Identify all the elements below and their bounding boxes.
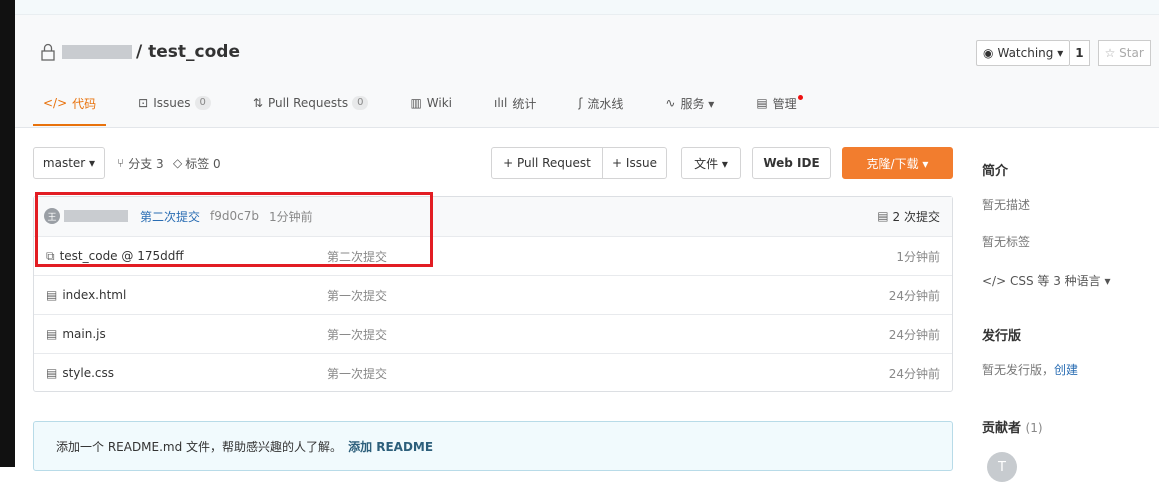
readme-banner: 添加一个 README.md 文件，帮助感兴趣的人了解。 添加 README <box>33 421 953 471</box>
manage-icon: ▤ <box>756 96 768 110</box>
tab-code[interactable]: </> 代码 <box>33 82 107 126</box>
tab-services[interactable]: ∿ 服务 ▾ <box>655 82 724 124</box>
add-readme-link[interactable]: 添加 README <box>348 438 433 455</box>
notification-dot <box>797 94 803 100</box>
commit-hash[interactable]: f9d0c7b <box>210 209 259 223</box>
table-row: ⧉ test_code @ 175ddff 第二次提交 1分钟前 <box>34 236 952 275</box>
owner-name-redacted[interactable] <box>62 45 132 59</box>
repo-name[interactable]: / test_code <box>136 42 240 62</box>
commit-message[interactable]: 第二次提交 <box>140 208 200 225</box>
contributors-heading: 贡献者 (1) <box>982 421 1043 436</box>
eye-icon: ◉ <box>983 46 994 60</box>
readme-hint: 添加一个 README.md 文件，帮助感兴趣的人了解。 <box>56 439 343 454</box>
table-row: ▤ index.html 第一次提交 24分钟前 <box>34 275 952 314</box>
pipeline-icon: ʃ <box>578 96 583 110</box>
new-pull-request-button[interactable]: + Pull Request <box>491 147 603 179</box>
repo-toolbar: master ▾ ⑂ 分支 3 ◇ 标签 0 + Pull Request + … <box>33 147 953 181</box>
repo-tabs: </> 代码 ⊡ Issues 0 ⇅ Pull Requests 0 ▥ Wi… <box>33 82 1159 127</box>
tags-text: 暂无标签 <box>982 235 1031 249</box>
branch-icon: ⑂ <box>117 156 125 170</box>
contributor-avatar[interactable]: T <box>987 452 1017 482</box>
commit-time: 1分钟前 <box>268 209 313 224</box>
left-edge-bar <box>0 0 15 467</box>
languages-dropdown[interactable]: </> CSS 等 3 种语言 ▾ <box>982 272 1111 289</box>
wiki-icon: ▥ <box>410 96 422 110</box>
tab-stats[interactable]: ılıl 统计 <box>484 82 546 124</box>
file-commit-time: 24分钟前 <box>888 288 940 303</box>
description-text: 暂无描述 <box>982 198 1031 212</box>
avatar[interactable]: 王 <box>44 208 60 224</box>
star-button[interactable]: ☆ Star <box>1097 40 1151 66</box>
clone-download-button[interactable]: 克隆/下载 ▾ <box>842 147 953 179</box>
watch-button[interactable]: ◉ Watching ▾ <box>976 40 1071 66</box>
submodule-icon: ⧉ <box>46 248 55 263</box>
watch-group: ◉ Watching ▾ 1 ☆ Star <box>976 40 1151 66</box>
releases-heading: 发行版 <box>982 329 1022 344</box>
file-commit-message[interactable]: 第一次提交 <box>327 315 387 353</box>
file-icon: ▤ <box>46 327 58 341</box>
file-commit-time: 1分钟前 <box>896 249 940 264</box>
pr-count-badge: 0 <box>352 96 369 110</box>
new-issue-button[interactable]: + Issue <box>602 147 667 179</box>
watch-count[interactable]: 1 <box>1070 40 1090 66</box>
commits-icon: ▤ <box>877 209 889 223</box>
commit-count-link[interactable]: ▤ 2 次提交 <box>877 197 940 235</box>
branch-select[interactable]: master ▾ <box>33 147 105 179</box>
repo-title: / test_code <box>40 40 240 64</box>
top-strip <box>15 0 1159 15</box>
issue-icon: ⊡ <box>138 96 149 110</box>
branches-link[interactable]: ⑂ 分支 3 <box>117 147 164 179</box>
file-icon: ▤ <box>46 366 58 380</box>
intro-heading: 简介 <box>982 164 1009 179</box>
file-name[interactable]: ⧉ test_code @ 175ddff <box>46 237 184 275</box>
file-commit-message[interactable]: 第一次提交 <box>327 354 387 392</box>
web-ide-button[interactable]: Web IDE <box>752 147 831 179</box>
file-name[interactable]: ▤ main.js <box>46 315 106 353</box>
file-icon: ▤ <box>46 288 58 302</box>
create-release-link[interactable]: 创建 <box>1054 363 1078 377</box>
file-name[interactable]: ▤ style.css <box>46 354 114 392</box>
file-list: 王 第二次提交 f9d0c7b 1分钟前 ▤ 2 次提交 ⧉ test_code… <box>33 196 953 392</box>
lock-icon <box>41 43 55 61</box>
tab-issues[interactable]: ⊡ Issues 0 <box>128 82 221 124</box>
tab-wiki[interactable]: ▥ Wiki <box>400 82 462 124</box>
pull-request-icon: ⇅ <box>252 96 263 110</box>
table-row: ▤ style.css 第一次提交 24分钟前 <box>34 353 952 392</box>
latest-commit-row: 王 第二次提交 f9d0c7b 1分钟前 ▤ 2 次提交 <box>34 197 952 236</box>
contributors-count: (1) <box>1025 421 1043 435</box>
tags-link[interactable]: ◇ 标签 0 <box>173 147 221 179</box>
author-name-redacted[interactable] <box>64 210 128 222</box>
code-icon: </> <box>43 96 68 110</box>
file-menu-button[interactable]: 文件 ▾ <box>681 147 741 179</box>
table-row: ▤ main.js 第一次提交 24分钟前 <box>34 314 952 353</box>
issues-count-badge: 0 <box>194 96 211 110</box>
tab-pull-requests[interactable]: ⇅ Pull Requests 0 <box>243 82 379 124</box>
releases-text: 暂无发行版，创建 <box>982 363 1079 377</box>
file-commit-time: 24分钟前 <box>888 366 940 381</box>
file-commit-time: 24分钟前 <box>888 327 940 342</box>
file-commit-message[interactable]: 第一次提交 <box>327 276 387 314</box>
tag-icon: ◇ <box>173 156 183 170</box>
tab-manage[interactable]: ▤ 管理 <box>746 82 812 124</box>
bar-chart-icon: ılıl <box>494 96 508 110</box>
file-name[interactable]: ▤ index.html <box>46 276 126 314</box>
tab-pipeline[interactable]: ʃ 流水线 <box>568 82 633 124</box>
pulse-icon: ∿ <box>665 96 676 110</box>
file-commit-message[interactable]: 第二次提交 <box>327 237 387 275</box>
